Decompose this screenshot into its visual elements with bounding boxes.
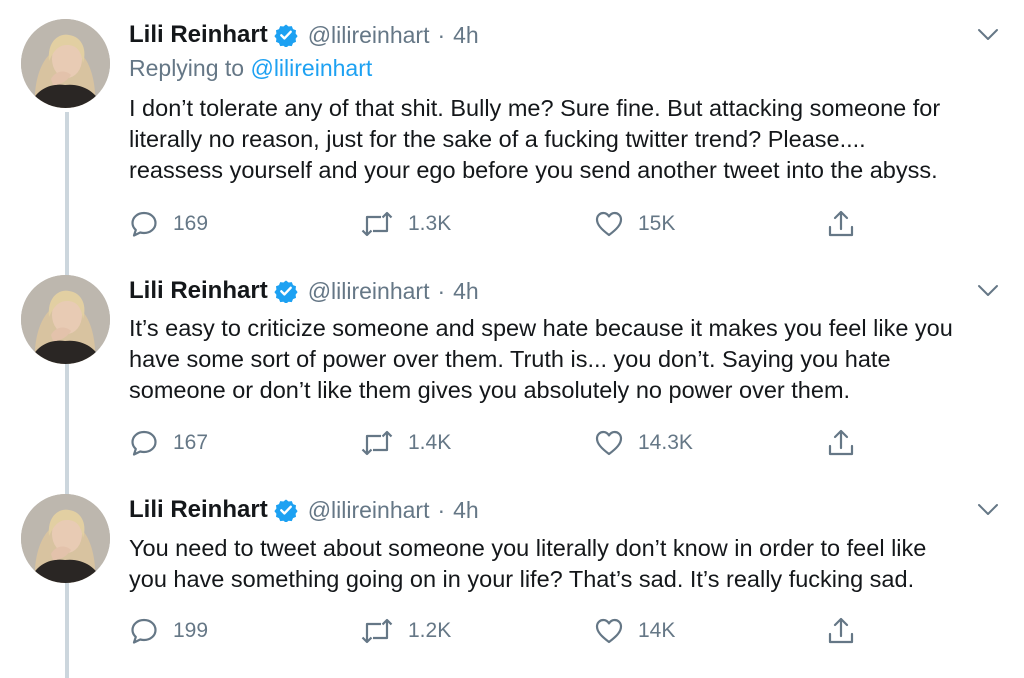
reply-button[interactable]: 199 [129, 614, 208, 648]
author-name[interactable]: Lili Reinhart [129, 277, 268, 305]
separator-dot: · [437, 496, 446, 523]
tweet-text-line: It’s easy to criticize someone and spew … [129, 315, 953, 341]
tweet-text-line: You need to tweet about someone you lite… [129, 535, 927, 561]
retweet-count: 1.2K [408, 619, 452, 642]
verified-badge-icon [274, 279, 298, 303]
avatar-photo [21, 19, 110, 108]
author-handle[interactable]: @lilireinhart [308, 497, 430, 524]
like-button[interactable]: 14K [594, 614, 675, 648]
reply-button[interactable]: 167 [129, 426, 208, 460]
share-icon [826, 616, 856, 646]
author-handle[interactable]: @lilireinhart [308, 278, 430, 305]
avatar[interactable] [21, 275, 110, 364]
tweet-text-line: you have something going on in your life… [129, 566, 915, 592]
tweet-header: Lili Reinhart @lilireinhart · 4h [129, 275, 479, 307]
chevron-down-icon[interactable] [973, 279, 1003, 303]
heart-icon [594, 428, 624, 458]
replying-to: Replying to @lilireinhart [129, 55, 372, 82]
tweet-header: Lili Reinhart @lilireinhart · 4h [129, 19, 479, 51]
retweet-icon [360, 209, 394, 239]
replying-to-label: Replying to [129, 55, 245, 81]
tweet-text-line: have some sort of power over them. Truth… [129, 346, 891, 372]
retweet-button[interactable]: 1.4K [360, 426, 451, 460]
reply-icon [129, 428, 159, 458]
tweet-text: It’s easy to criticize someone and spew … [129, 313, 1009, 406]
reply-button[interactable]: 169 [129, 207, 208, 241]
chevron-down-icon[interactable] [973, 23, 1003, 47]
retweet-count: 1.3K [408, 212, 452, 235]
avatar[interactable] [21, 494, 110, 583]
tweet-actions: 167 1.4K 14.3K [129, 426, 859, 460]
share-button[interactable] [826, 207, 856, 241]
avatar[interactable] [21, 19, 110, 108]
share-icon [826, 428, 856, 458]
retweet-button[interactable]: 1.3K [360, 207, 451, 241]
author-name[interactable]: Lili Reinhart [129, 496, 268, 524]
separator-dot: · [437, 277, 446, 304]
heart-icon [594, 209, 624, 239]
tweet-text-line: reassess yourself and your ego before yo… [129, 157, 938, 183]
author-handle[interactable]: @lilireinhart [308, 22, 430, 49]
like-count: 14K [638, 619, 676, 642]
tweet-text: You need to tweet about someone you lite… [129, 533, 1009, 595]
like-button[interactable]: 14.3K [594, 426, 693, 460]
avatar-photo [21, 275, 110, 364]
thread-connector-line [65, 112, 69, 678]
retweet-icon [360, 616, 394, 646]
tweet-text-line: literally no reason, just for the sake o… [129, 126, 866, 152]
tweet-header: Lili Reinhart @lilireinhart · 4h [129, 494, 479, 526]
tweet-timestamp[interactable]: 4h [453, 497, 479, 524]
reply-count: 169 [173, 212, 209, 235]
tweet-timestamp[interactable]: 4h [453, 22, 479, 49]
separator-dot: · [437, 21, 446, 48]
retweet-button[interactable]: 1.2K [360, 614, 451, 648]
tweet-text: I don’t tolerate any of that shit. Bully… [129, 93, 1009, 186]
tweet-timestamp[interactable]: 4h [453, 278, 479, 305]
reply-count: 199 [173, 619, 209, 642]
chevron-down-icon[interactable] [973, 498, 1003, 522]
avatar-photo [21, 494, 110, 583]
tweet-actions: 169 1.3K 15K [129, 207, 859, 241]
tweet-text-line: someone or don’t like them gives you abs… [129, 377, 851, 403]
reply-icon [129, 209, 159, 239]
replying-to-handle-link[interactable]: @lilireinhart [250, 55, 372, 81]
like-count: 15K [638, 212, 676, 235]
verified-badge-icon [274, 498, 298, 522]
tweet-text-line: I don’t tolerate any of that shit. Bully… [129, 95, 941, 121]
share-button[interactable] [826, 426, 856, 460]
reply-icon [129, 616, 159, 646]
heart-icon [594, 616, 624, 646]
share-button[interactable] [826, 614, 856, 648]
share-icon [826, 209, 856, 239]
tweet-actions: 199 1.2K 14K [129, 614, 859, 648]
verified-badge-icon [274, 23, 298, 47]
like-button[interactable]: 15K [594, 207, 675, 241]
retweet-icon [360, 428, 394, 458]
retweet-count: 1.4K [408, 431, 452, 454]
like-count: 14.3K [638, 431, 693, 454]
author-name[interactable]: Lili Reinhart [129, 21, 268, 49]
reply-count: 167 [173, 431, 209, 454]
